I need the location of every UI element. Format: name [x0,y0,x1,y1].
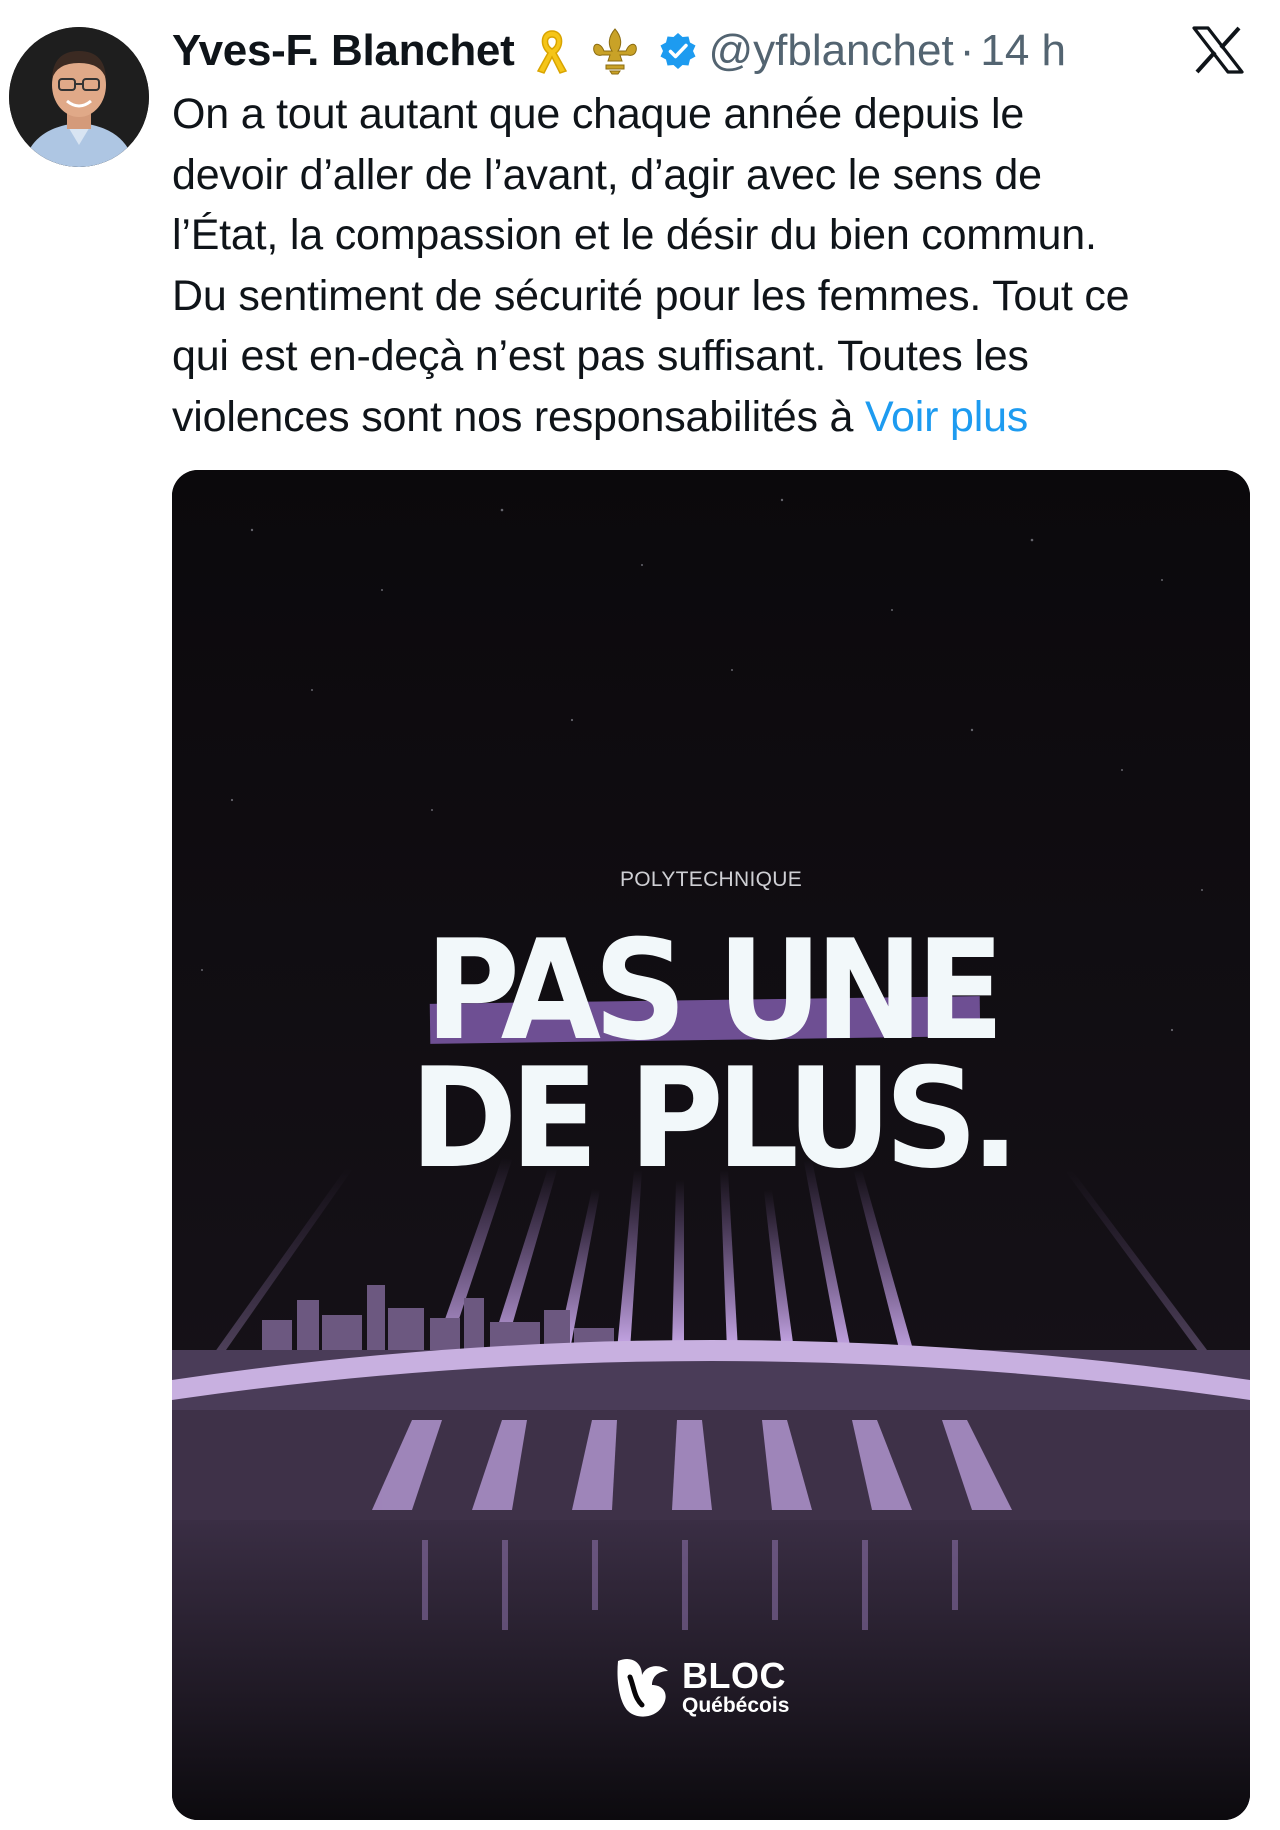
tweet-text: On a tout autant que chaque année depuis… [172,84,1252,447]
tweet-text-line: l’État, la compassion et le désir du bie… [172,211,1097,259]
logo-bloc-text: BLOC [682,1655,786,1696]
avatar-photo [9,27,149,167]
verified-badge-icon[interactable] [658,31,698,71]
separator-dot: · [959,26,975,75]
logo-text: BLOC Québécois [682,1655,790,1717]
author-name[interactable]: Yves-F. Blanchet [172,26,515,76]
bloc-quebecois-logo: BLOC Québécois [612,1653,789,1721]
author-handle[interactable]: @yfblanchet [708,26,953,76]
bloc-logo-icon [617,1658,668,1717]
tweet-text-line: qui est en-deçà n’est pas suffisant. Tou… [172,332,1029,380]
tweet-header: Yves-F. Blanchet @yfblanchet · 14 h [172,18,1066,84]
tweet-text-last-line: violences sont nos responsabilités à Voi… [172,387,1252,448]
tweet-text-line: devoir d’aller de l’avant, d’agir avec l… [172,150,1042,199]
tweet-media-image[interactable]: POLYTECHNIQUE PAS UNE DE PLUS. BLOC Québ… [172,470,1250,1820]
tweet-timestamp[interactable]: 14 h [980,26,1066,76]
poster-headline-line2: DE PLUS. [409,1038,1020,1199]
author-avatar[interactable] [9,27,149,167]
yellow-ribbon-icon [532,27,572,75]
fleur-de-lis-icon [590,27,640,75]
x-logo-icon[interactable] [1192,26,1244,74]
tweet-text-line: violences sont nos responsabilités à [172,392,865,441]
logo-quebecois-text: Québécois [682,1694,790,1717]
poster-kicker: POLYTECHNIQUE [619,868,803,891]
show-more-link[interactable]: Voir plus [865,393,1028,441]
tweet-text-line: Du sentiment de sécurité pour les femmes… [172,271,1130,320]
tweet-text-line: On a tout autant que chaque année depuis… [172,90,1025,138]
